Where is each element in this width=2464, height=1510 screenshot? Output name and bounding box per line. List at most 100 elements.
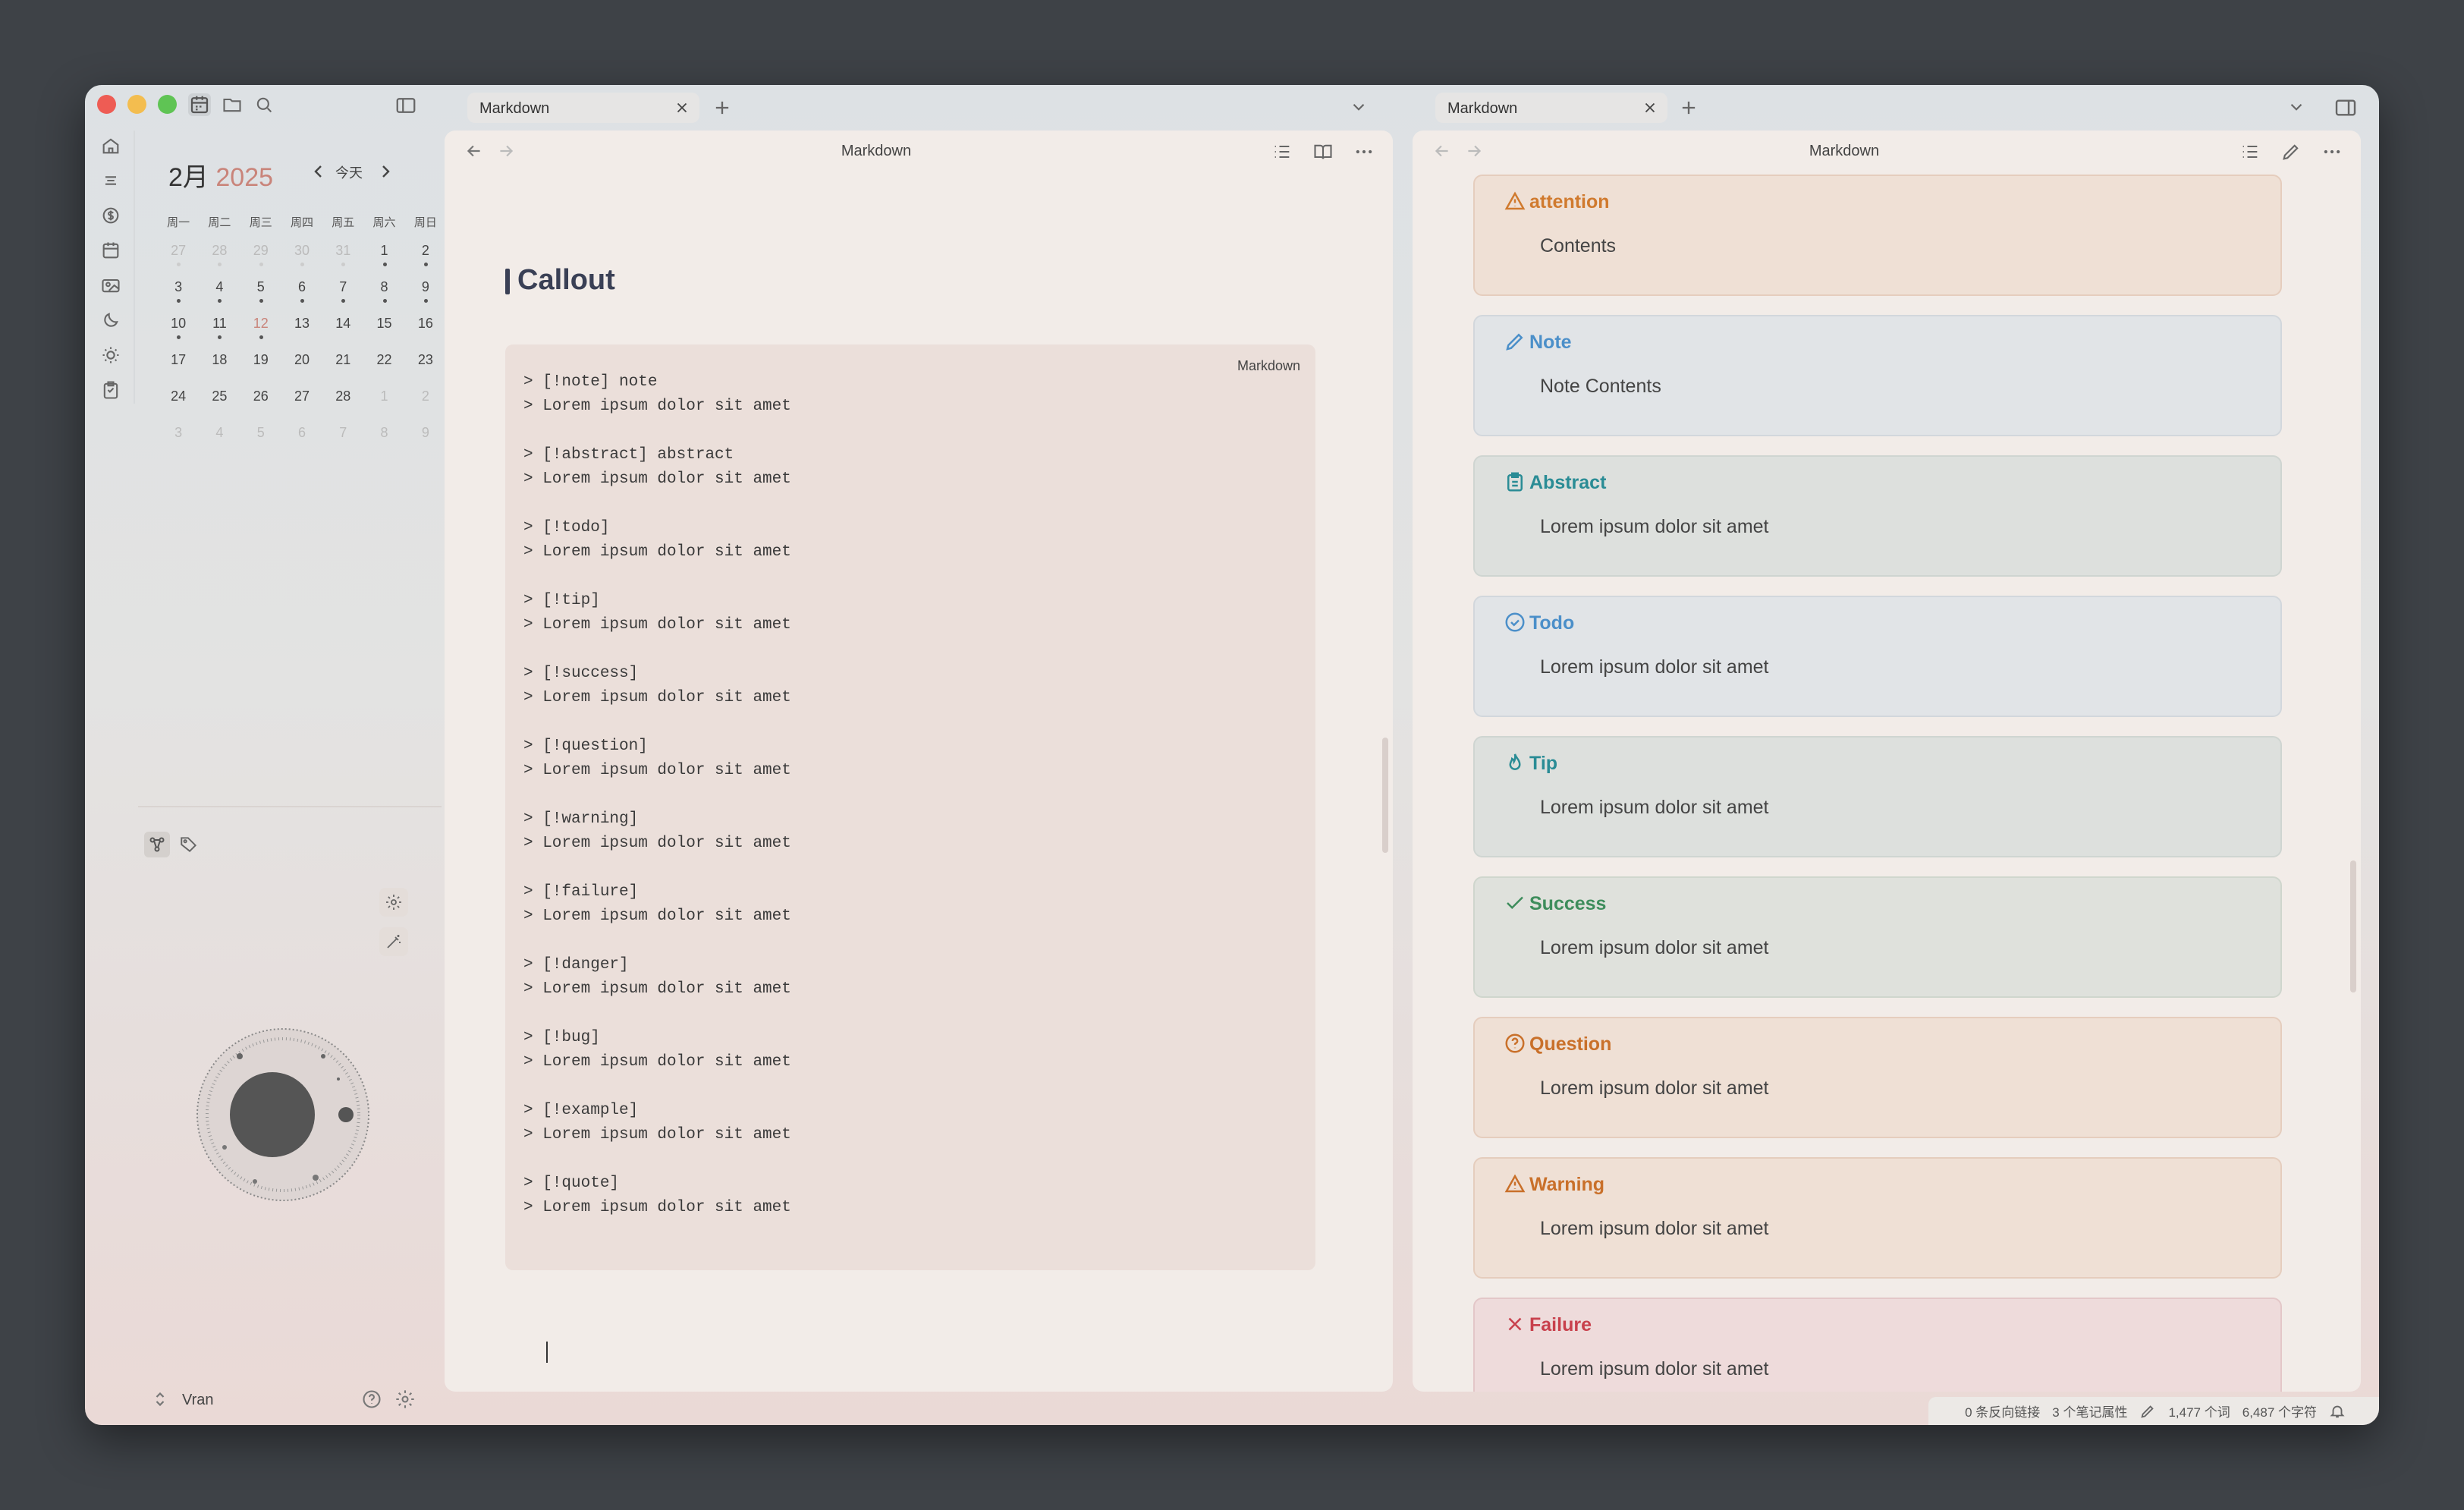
calendar-day[interactable]: 4 <box>199 273 240 310</box>
new-tab-icon[interactable] <box>1678 97 1699 118</box>
callout-abstract[interactable]: Abstract Lorem ipsum dolor sit amet <box>1473 455 2282 577</box>
magic-wand-icon[interactable] <box>379 927 408 956</box>
callout-attention[interactable]: attention Contents <box>1473 175 2282 296</box>
calendar-day[interactable]: 16 <box>405 310 446 346</box>
calendar-day[interactable]: 1 <box>363 237 404 273</box>
scrollbar[interactable] <box>2350 860 2356 993</box>
calendar-day[interactable]: 19 <box>240 346 281 382</box>
calendar-day[interactable]: 27 <box>158 237 199 273</box>
calendar-day[interactable]: 28 <box>199 237 240 273</box>
today-button[interactable]: 今天 <box>335 162 363 182</box>
dollar-icon[interactable] <box>100 205 121 226</box>
calendar-day[interactable]: 7 <box>322 419 363 455</box>
calendar-day[interactable]: 22 <box>363 346 404 382</box>
sun-icon[interactable] <box>100 344 121 366</box>
new-tab-icon[interactable] <box>712 97 733 118</box>
calendar-day[interactable]: 1 <box>363 382 404 419</box>
zoom-window-button[interactable] <box>158 95 177 114</box>
calendar-day[interactable]: 5 <box>240 273 281 310</box>
calendar-day[interactable]: 20 <box>281 346 322 382</box>
callout-tip[interactable]: Tip Lorem ipsum dolor sit amet <box>1473 736 2282 857</box>
folder-icon[interactable] <box>222 94 243 115</box>
calendar-day[interactable]: 5 <box>240 419 281 455</box>
calendar-day[interactable]: 6 <box>281 273 322 310</box>
notification-bell-icon[interactable] <box>2329 1403 2346 1420</box>
tab-list-chevron-icon[interactable] <box>2286 97 2306 117</box>
calendar-day[interactable]: 31 <box>322 237 363 273</box>
backlinks-count[interactable]: 0 条反向链接 <box>1965 1401 2040 1420</box>
close-tab-icon[interactable] <box>1642 99 1658 116</box>
calendar-day[interactable]: 10 <box>158 310 199 346</box>
next-month-icon[interactable] <box>376 162 394 181</box>
calendar-day[interactable]: 27 <box>281 382 322 419</box>
callout-question[interactable]: Question Lorem ipsum dolor sit amet <box>1473 1017 2282 1138</box>
calendar-day[interactable]: 18 <box>199 346 240 382</box>
calendar-day[interactable]: 24 <box>158 382 199 419</box>
outline-icon[interactable] <box>100 170 121 191</box>
calendar-day[interactable]: 29 <box>240 237 281 273</box>
callout-todo[interactable]: Todo Lorem ipsum dolor sit amet <box>1473 596 2282 717</box>
search-icon[interactable] <box>253 94 275 115</box>
calendar-day[interactable]: 28 <box>322 382 363 419</box>
callout-note[interactable]: Note Note Contents <box>1473 315 2282 436</box>
clipboard-icon[interactable] <box>100 379 121 401</box>
toggle-left-sidebar-icon[interactable] <box>394 94 417 117</box>
vault-switcher-icon[interactable] <box>153 1390 167 1408</box>
tags-icon[interactable] <box>179 835 199 854</box>
calendar-day[interactable]: 15 <box>363 310 404 346</box>
calendar-day[interactable]: 12 <box>240 310 281 346</box>
callout-failure[interactable]: Failure Lorem ipsum dolor sit amet <box>1473 1298 2282 1392</box>
outline-list-icon[interactable] <box>1271 141 1293 162</box>
outline-list-icon[interactable] <box>2239 141 2261 162</box>
callout-success[interactable]: Success Lorem ipsum dolor sit amet <box>1473 876 2282 998</box>
calendar-day[interactable]: 4 <box>199 419 240 455</box>
toggle-right-sidebar-icon[interactable] <box>2334 96 2358 120</box>
calendar-day[interactable]: 8 <box>363 273 404 310</box>
calendar-day[interactable]: 13 <box>281 310 322 346</box>
tab-right-markdown[interactable]: Markdown <box>1435 93 1667 123</box>
calendar-day[interactable]: 9 <box>405 273 446 310</box>
note-heading[interactable]: Callout <box>517 264 615 297</box>
scrollbar[interactable] <box>1382 738 1388 853</box>
image-icon[interactable] <box>100 275 121 296</box>
calendar-day[interactable]: 2 <box>405 382 446 419</box>
calendar-day[interactable]: 23 <box>405 346 446 382</box>
calendar-day[interactable]: 3 <box>158 273 199 310</box>
graph-view-icon[interactable] <box>144 832 170 857</box>
more-options-icon[interactable] <box>2321 141 2343 162</box>
calendar-day[interactable]: 14 <box>322 310 363 346</box>
calendar-day[interactable]: 2 <box>405 237 446 273</box>
moon-icon[interactable] <box>100 310 121 331</box>
calendar-day[interactable]: 9 <box>405 419 446 455</box>
gear-icon[interactable] <box>379 888 408 917</box>
more-options-icon[interactable] <box>1353 141 1375 162</box>
close-tab-icon[interactable] <box>674 99 690 116</box>
pencil-icon[interactable] <box>2139 1403 2156 1420</box>
help-icon[interactable] <box>361 1389 382 1410</box>
calendar-day[interactable]: 26 <box>240 382 281 419</box>
callout-warning[interactable]: Warning Lorem ipsum dolor sit amet <box>1473 1157 2282 1279</box>
code-content[interactable]: > [!note] note > Lorem ipsum dolor sit a… <box>523 370 791 1220</box>
prev-month-icon[interactable] <box>310 162 328 181</box>
calendar-view-icon[interactable] <box>188 93 211 116</box>
calendar-day[interactable]: 8 <box>363 419 404 455</box>
calendar-day[interactable]: 7 <box>322 273 363 310</box>
calendar-day[interactable]: 6 <box>281 419 322 455</box>
reading-view-icon[interactable] <box>1312 141 1334 162</box>
calendar-day[interactable]: 21 <box>322 346 363 382</box>
edit-mode-icon[interactable] <box>2280 141 2302 162</box>
properties-count[interactable]: 3 个笔记属性 <box>2052 1401 2127 1420</box>
calendar-day[interactable]: 30 <box>281 237 322 273</box>
close-window-button[interactable] <box>97 95 116 114</box>
calendar-day[interactable]: 3 <box>158 419 199 455</box>
minimize-window-button[interactable] <box>127 95 146 114</box>
calendar-day[interactable]: 11 <box>199 310 240 346</box>
calendar-day[interactable]: 17 <box>158 346 199 382</box>
calendar-day[interactable]: 25 <box>199 382 240 419</box>
code-block[interactable]: Markdown > [!note] note > Lorem ipsum do… <box>505 344 1315 1270</box>
tab-list-chevron-icon[interactable] <box>1349 97 1369 117</box>
calendar-icon[interactable] <box>100 240 121 261</box>
home-icon[interactable] <box>100 135 121 156</box>
tab-left-markdown[interactable]: Markdown <box>467 93 699 123</box>
settings-icon[interactable] <box>394 1389 416 1410</box>
